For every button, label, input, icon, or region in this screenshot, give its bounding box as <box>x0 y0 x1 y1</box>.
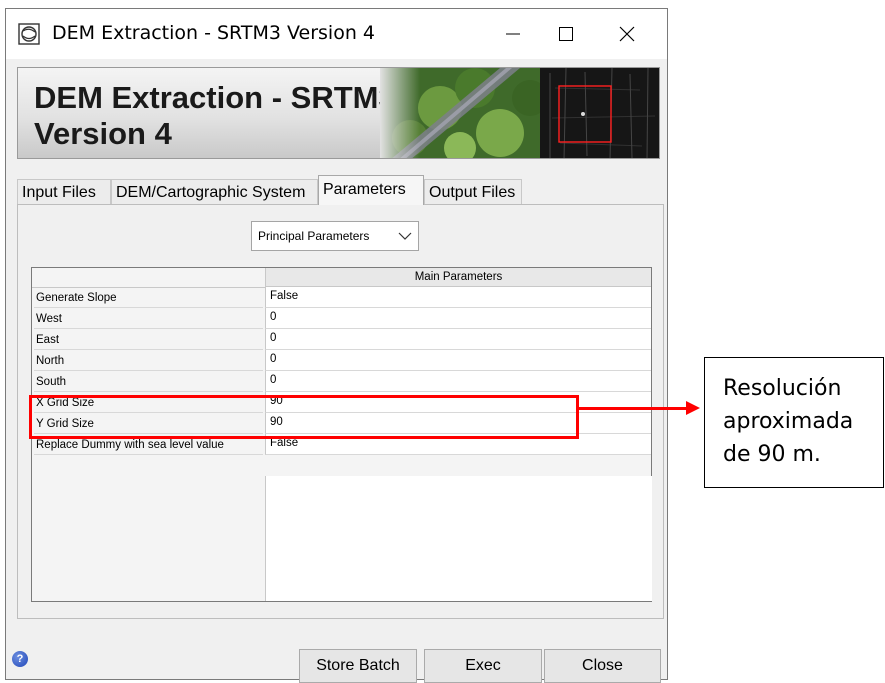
dem-extraction-window: DEM Extraction - SRTM3 Version 4 DEM Ext… <box>5 8 668 683</box>
close-window-button[interactable] <box>604 9 650 59</box>
maximize-button[interactable] <box>543 9 589 59</box>
banner-title-line2: Version 4 <box>34 116 172 151</box>
arrow-right-icon <box>686 401 700 415</box>
param-value-north[interactable]: 0 <box>265 350 651 371</box>
table-empty-area <box>265 476 652 601</box>
param-value-east[interactable]: 0 <box>265 329 651 350</box>
param-label-generate-slope: Generate Slope <box>34 287 263 308</box>
table-header: Main Parameters <box>265 268 651 287</box>
param-label-east: East <box>34 329 263 350</box>
callout-arrow-line <box>579 407 689 410</box>
callout-line1: Resolución <box>723 376 842 401</box>
satellite-imagery-graphic <box>380 68 659 158</box>
tab-input-files[interactable]: Input Files <box>17 179 111 204</box>
close-button[interactable]: Close <box>544 649 661 683</box>
parameter-group-select[interactable]: Principal Parameters <box>251 221 419 251</box>
tab-output-files[interactable]: Output Files <box>424 179 522 204</box>
callout-line2: aproximada <box>723 409 854 434</box>
minimize-icon <box>506 33 520 35</box>
tab-dem-cartographic-system[interactable]: DEM/Cartographic System <box>111 179 318 204</box>
grid-size-highlight-box <box>29 395 579 439</box>
help-icon[interactable]: ? <box>12 651 28 667</box>
param-label-north: North <box>34 350 263 371</box>
banner-title-line1: DEM Extraction - SRTM3 <box>34 80 396 115</box>
parameter-group-value: Principal Parameters <box>258 229 370 243</box>
window-title: DEM Extraction - SRTM3 Version 4 <box>52 22 375 44</box>
maximize-icon <box>559 27 573 41</box>
header-banner: DEM Extraction - SRTM3 Version 4 <box>17 67 660 159</box>
param-label-west: West <box>34 308 263 329</box>
chevron-down-icon <box>398 232 412 240</box>
table-header-blank <box>32 268 265 288</box>
store-batch-button[interactable]: Store Batch <box>299 649 417 683</box>
minimize-button[interactable] <box>490 9 536 59</box>
param-value-generate-slope[interactable]: False <box>265 287 651 308</box>
param-value-south[interactable]: 0 <box>265 371 651 392</box>
resolution-callout: Resolución aproximada de 90 m. <box>704 357 884 488</box>
param-value-west[interactable]: 0 <box>265 308 651 329</box>
callout-line3: de 90 m. <box>723 442 821 467</box>
close-icon <box>619 26 635 42</box>
exec-button[interactable]: Exec <box>424 649 542 683</box>
app-icon <box>18 23 40 45</box>
tab-parameters[interactable]: Parameters <box>318 175 424 205</box>
param-label-south: South <box>34 371 263 392</box>
title-bar: DEM Extraction - SRTM3 Version 4 <box>6 9 667 59</box>
banner-title: DEM Extraction - SRTM3 Version 4 <box>34 80 396 152</box>
